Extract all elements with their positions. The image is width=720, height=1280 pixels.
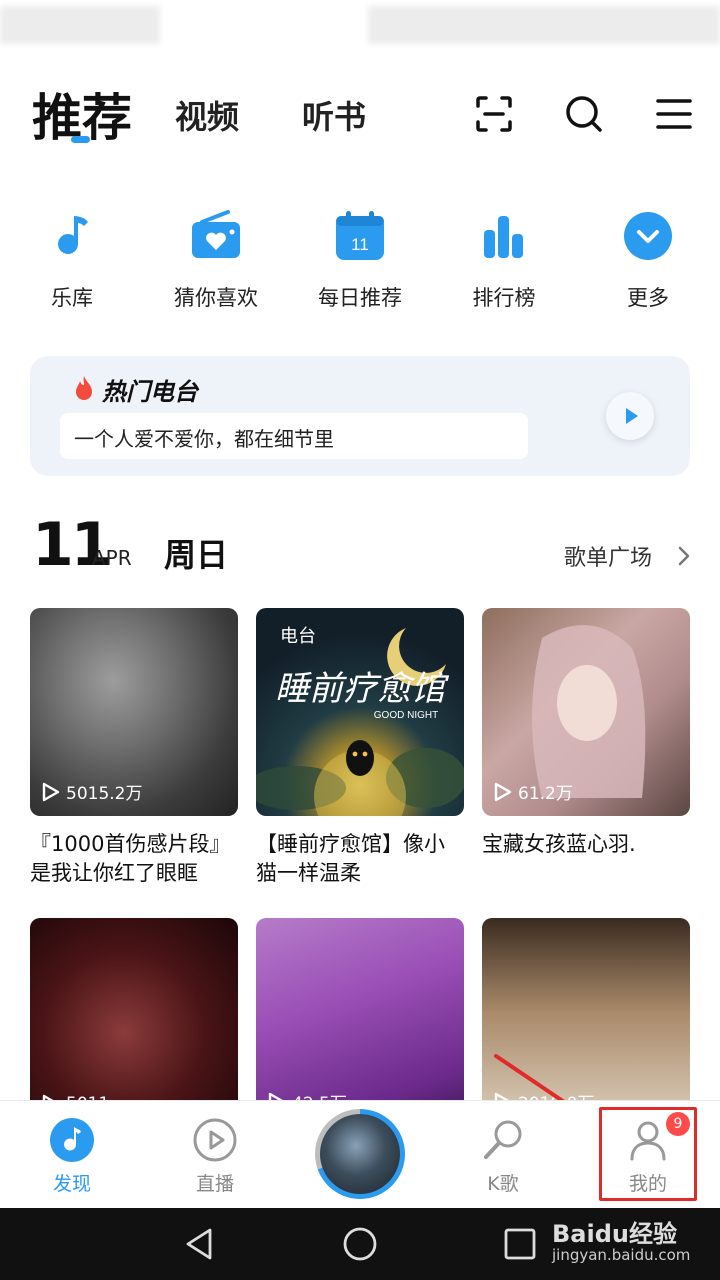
microphone-icon <box>484 1120 522 1159</box>
tab-label: K歌 <box>487 1173 519 1195</box>
cover-art-title: 睡前疗愈馆 <box>275 670 450 708</box>
tab-discover[interactable]: 发现 <box>12 1101 132 1209</box>
play-count: 5015.2万 <box>42 779 142 804</box>
play-count-icon <box>42 782 60 801</box>
calendar-day-text: 11 <box>351 235 369 254</box>
home-icon[interactable] <box>340 1224 380 1264</box>
play-count: 61.2万 <box>494 779 573 804</box>
live-play-icon <box>193 1118 237 1162</box>
menu-icon[interactable] <box>652 92 696 136</box>
discover-icon <box>50 1118 94 1162</box>
play-icon <box>626 408 638 424</box>
bar-chart-icon <box>484 216 523 258</box>
playlist-cover: 42.5万 <box>256 918 464 1126</box>
tab-label: 直播 <box>195 1173 234 1195</box>
play-count-text: 61.2万 <box>518 784 573 804</box>
quick-nav-charts[interactable]: 排行榜 <box>444 200 564 312</box>
quick-nav-label: 排行榜 <box>472 286 536 310</box>
tab-live[interactable]: 直播 <box>155 1101 275 1209</box>
top-tab-bar: 推荐 视频 听书 <box>0 70 720 150</box>
quick-nav-daily-recommend[interactable]: 11 每日推荐 <box>300 200 420 312</box>
heart-radio-icon <box>192 210 240 258</box>
playlist-cover: 61.2万 <box>482 608 690 816</box>
date-month: APR <box>92 546 132 570</box>
playlist-square-link[interactable]: 歌单广场 <box>564 540 652 572</box>
playlist-cover: 睡前疗愈馆 GOOD NIGHT 电台 <box>256 608 464 816</box>
quick-nav-more[interactable]: 更多 <box>588 200 708 312</box>
chevron-down-circle-icon <box>624 212 672 260</box>
quick-nav-music-library[interactable]: 乐库 <box>12 200 132 312</box>
playlist-title: 宝藏女孩蓝心羽. <box>482 832 636 856</box>
playlist-title: 『1000首伤感片段』是我让你红了眼眶 <box>30 832 231 885</box>
quick-nav-label: 更多 <box>627 286 669 310</box>
tab-video[interactable]: 视频 <box>175 92 239 138</box>
calendar-icon: 11 <box>336 211 384 260</box>
quick-nav: 乐库 猜你喜欢 11 每日推荐 排行榜 更多 <box>0 200 720 320</box>
highlight-box-annotation <box>599 1107 697 1201</box>
flame-icon <box>76 376 92 400</box>
play-count-text: 5015.2万 <box>66 784 143 804</box>
quick-nav-label: 猜你喜欢 <box>174 286 258 310</box>
tab-audiobook[interactable]: 听书 <box>302 92 366 138</box>
chevron-right-icon[interactable] <box>676 544 692 568</box>
tab-label: 发现 <box>52 1173 91 1195</box>
cover-label: 电台 <box>280 626 316 647</box>
hot-radio-title: 热门电台 <box>102 378 198 406</box>
status-blur-right <box>368 6 720 44</box>
date-weekday: 周日 <box>164 536 229 574</box>
tab-ksong[interactable]: K歌 <box>443 1101 563 1209</box>
playlist-cover: 5011 <box>30 918 238 1126</box>
playlist-card[interactable]: 61.2万 宝藏女孩蓝心羽. <box>482 608 690 888</box>
playlist-title: 【睡前疗愈馆】像小猫一样温柔 <box>256 832 445 885</box>
playlist-card[interactable]: 5011 <box>30 918 238 1126</box>
playlist-card[interactable]: 42.5万 <box>256 918 464 1126</box>
watermark-url: jingyan.baidu.com <box>552 1246 691 1264</box>
quick-nav-label: 每日推荐 <box>318 286 402 310</box>
status-bar <box>0 0 720 50</box>
playlist-card[interactable]: 5015.2万 『1000首伤感片段』是我让你红了眼眶 <box>30 608 238 888</box>
now-playing-disc[interactable] <box>315 1109 405 1199</box>
status-blur-left <box>0 6 160 44</box>
back-icon[interactable] <box>180 1224 220 1264</box>
hot-radio-play-button[interactable] <box>606 392 654 440</box>
music-note-icon <box>58 216 88 254</box>
hot-radio-card[interactable]: 热门电台 一个人爱不爱你，都在细节里 <box>30 356 690 476</box>
scan-icon[interactable] <box>472 92 516 136</box>
now-playing-cover <box>320 1114 400 1194</box>
watermark-brand: Baidu经验 <box>552 1220 677 1248</box>
cover-art-subtitle: GOOD NIGHT <box>374 710 438 721</box>
active-tab-indicator <box>71 136 90 143</box>
quick-nav-label: 乐库 <box>51 286 93 310</box>
playlist-cover: 5015.2万 <box>30 608 238 816</box>
search-icon[interactable] <box>562 92 606 136</box>
date-row: 11 APR 周日 歌单广场 <box>0 510 720 580</box>
recents-icon[interactable] <box>500 1224 540 1264</box>
hot-radio-quote: 一个人爱不爱你，都在细节里 <box>60 413 528 459</box>
quick-nav-guess-you-like[interactable]: 猜你喜欢 <box>156 200 276 312</box>
play-count-icon <box>494 782 512 801</box>
playlist-card[interactable]: 睡前疗愈馆 GOOD NIGHT 电台 【睡前疗愈馆】像小猫一样温柔 <box>256 608 464 888</box>
